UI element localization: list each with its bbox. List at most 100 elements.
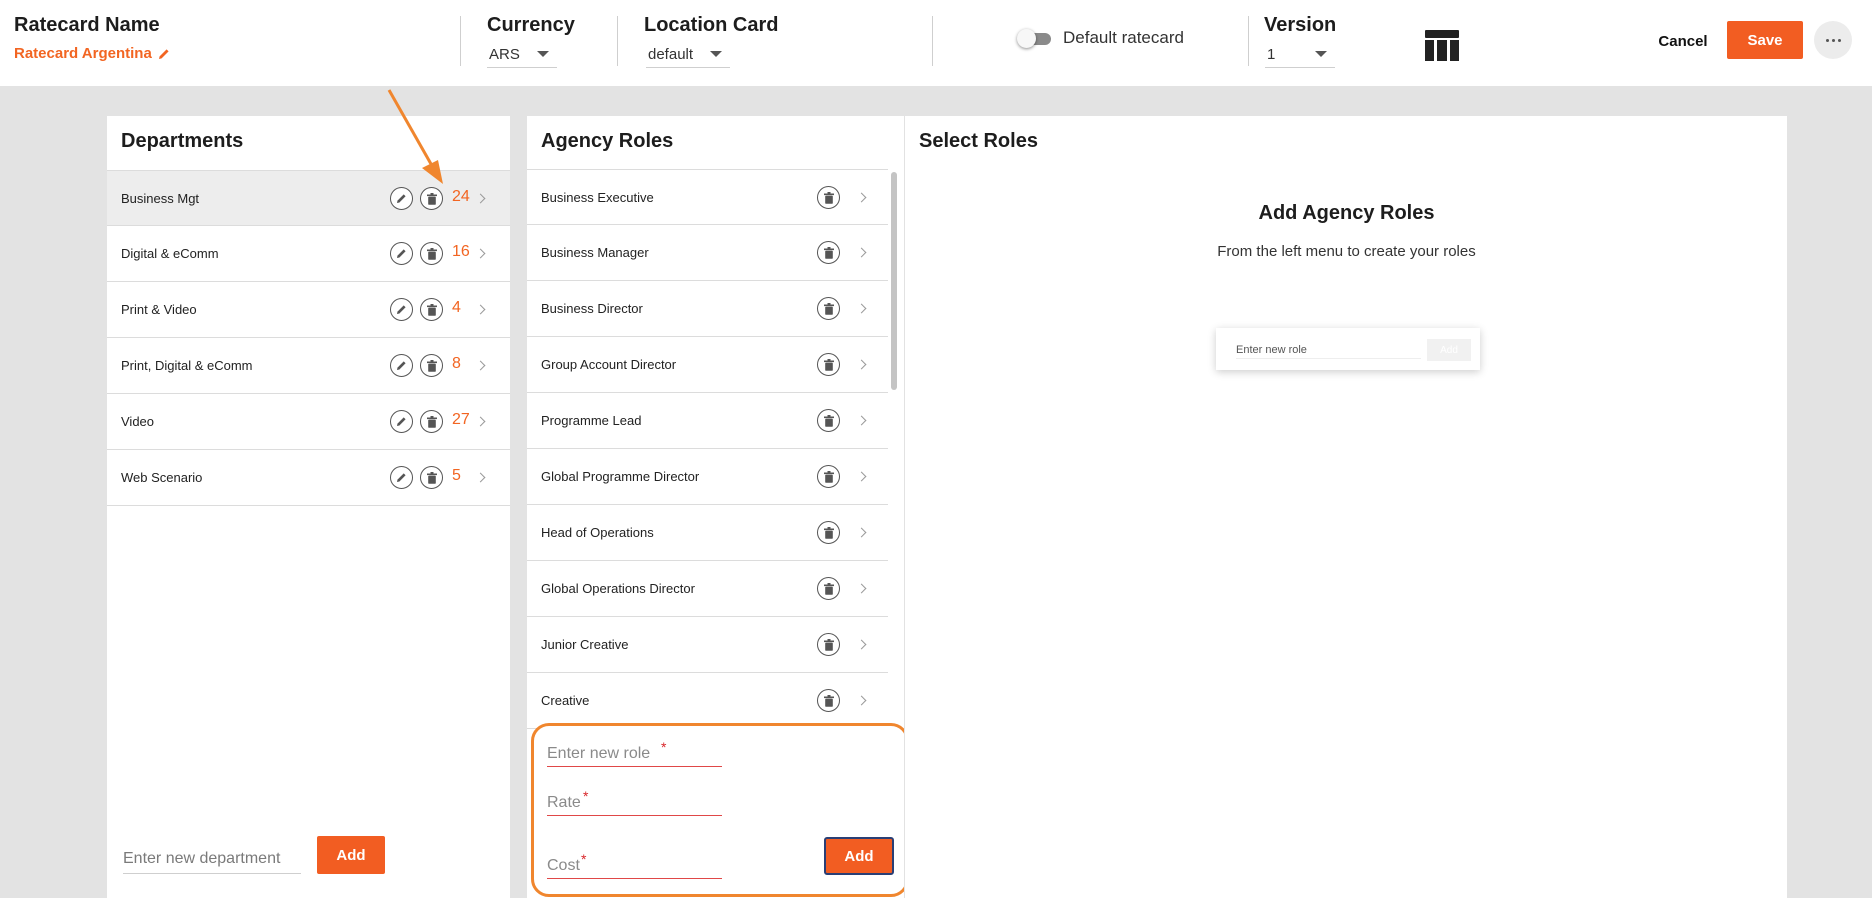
trash-icon[interactable] bbox=[817, 186, 840, 209]
chevron-right-icon[interactable] bbox=[856, 247, 867, 258]
trash-icon[interactable] bbox=[817, 689, 840, 712]
department-name: Print, Digital & eComm bbox=[121, 358, 253, 373]
chevron-right-icon[interactable] bbox=[856, 192, 867, 203]
required-asterisk: * bbox=[583, 788, 589, 804]
role-row[interactable]: Programme Lead bbox=[527, 393, 888, 449]
chevron-right-icon[interactable] bbox=[856, 583, 867, 594]
required-asterisk: * bbox=[661, 739, 667, 755]
currency-value: ARS bbox=[489, 46, 520, 63]
trash-icon[interactable] bbox=[817, 353, 840, 376]
toggle-knob bbox=[1017, 29, 1036, 48]
cost-input[interactable] bbox=[547, 853, 722, 879]
trash-icon[interactable] bbox=[817, 633, 840, 656]
department-row[interactable]: Print, Digital & eComm 8 bbox=[107, 338, 510, 394]
agency-roles-panel: Agency Roles Business Executive Business… bbox=[527, 116, 909, 898]
rate-input[interactable] bbox=[547, 790, 722, 816]
chevron-down-icon bbox=[1315, 51, 1327, 57]
role-row[interactable]: Business Manager bbox=[527, 225, 888, 281]
department-role-count: 8 bbox=[452, 355, 461, 372]
trash-icon[interactable] bbox=[817, 409, 840, 432]
trash-icon[interactable] bbox=[817, 521, 840, 544]
chevron-right-icon[interactable] bbox=[475, 248, 486, 259]
select-roles-title: Select Roles bbox=[919, 130, 1038, 152]
new-department-input[interactable] bbox=[123, 844, 301, 874]
empty-state-title: Add Agency Roles bbox=[1258, 202, 1435, 224]
edit-icon[interactable] bbox=[390, 410, 413, 433]
role-name: Global Operations Director bbox=[541, 581, 695, 596]
trash-icon[interactable] bbox=[420, 466, 443, 489]
department-name: Video bbox=[121, 414, 155, 429]
role-name: Group Account Director bbox=[541, 357, 677, 372]
chevron-right-icon[interactable] bbox=[856, 303, 867, 314]
role-row[interactable]: Head of Operations bbox=[527, 505, 888, 561]
required-asterisk: * bbox=[581, 851, 587, 867]
trash-icon[interactable] bbox=[420, 242, 443, 265]
chevron-right-icon[interactable] bbox=[475, 472, 486, 483]
role-row[interactable]: Group Account Director bbox=[527, 337, 888, 393]
trash-icon[interactable] bbox=[817, 465, 840, 488]
chevron-right-icon[interactable] bbox=[475, 304, 486, 315]
departments-list: Business Mgt 24 Digital & eComm 16 Print… bbox=[107, 170, 510, 506]
role-row[interactable]: Global Programme Director bbox=[527, 449, 888, 505]
department-role-count: 5 bbox=[452, 467, 461, 484]
pencil-icon[interactable] bbox=[158, 48, 170, 60]
role-row[interactable]: Junior Creative bbox=[527, 617, 888, 673]
department-row[interactable]: Digital & eComm 16 bbox=[107, 226, 510, 282]
edit-icon[interactable] bbox=[390, 354, 413, 377]
table-icon[interactable] bbox=[1425, 30, 1459, 61]
trash-icon[interactable] bbox=[817, 577, 840, 600]
header-divider bbox=[460, 16, 461, 66]
header-divider bbox=[932, 16, 933, 66]
department-row[interactable]: Web Scenario 5 bbox=[107, 450, 510, 506]
trash-icon[interactable] bbox=[817, 297, 840, 320]
department-role-count: 16 bbox=[452, 243, 470, 260]
top-bar: Ratecard Name Ratecard Argentina Currenc… bbox=[0, 0, 1872, 86]
chevron-right-icon[interactable] bbox=[856, 415, 867, 426]
chevron-right-icon[interactable] bbox=[856, 695, 867, 706]
header-divider bbox=[1248, 16, 1249, 66]
role-row[interactable]: Global Operations Director bbox=[527, 561, 888, 617]
role-name: Global Programme Director bbox=[541, 469, 700, 484]
department-row[interactable]: Video 27 bbox=[107, 394, 510, 450]
chevron-right-icon[interactable] bbox=[856, 471, 867, 482]
ratecard-name-label: Ratecard Name bbox=[14, 14, 160, 36]
chevron-right-icon[interactable] bbox=[475, 416, 486, 427]
add-role-button[interactable]: Add bbox=[824, 837, 894, 875]
version-label: Version bbox=[1264, 14, 1337, 36]
edit-icon[interactable] bbox=[390, 242, 413, 265]
role-row[interactable]: Business Director bbox=[527, 281, 888, 337]
edit-icon[interactable] bbox=[390, 466, 413, 489]
new-role-input[interactable] bbox=[547, 741, 722, 767]
cancel-button[interactable]: Cancel bbox=[1645, 26, 1721, 56]
add-department-button[interactable]: Add bbox=[317, 836, 385, 874]
ratecard-name-value[interactable]: Ratecard Argentina bbox=[14, 45, 170, 62]
chevron-right-icon[interactable] bbox=[475, 360, 486, 371]
trash-icon[interactable] bbox=[817, 241, 840, 264]
role-row[interactable]: Business Executive bbox=[527, 169, 888, 225]
add-role-hint-card: Add bbox=[1216, 328, 1480, 370]
currency-select[interactable]: ARS bbox=[487, 42, 557, 68]
trash-icon[interactable] bbox=[420, 410, 443, 433]
more-horizontal-icon bbox=[1837, 38, 1841, 42]
department-role-count: 4 bbox=[452, 299, 461, 316]
chevron-right-icon[interactable] bbox=[475, 193, 486, 204]
version-select[interactable]: 1 bbox=[1265, 42, 1335, 68]
trash-icon[interactable] bbox=[420, 298, 443, 321]
location-card-select[interactable]: default bbox=[646, 42, 730, 68]
agency-roles-list: Business Executive Business Manager Busi… bbox=[527, 169, 888, 729]
header-divider bbox=[617, 16, 618, 66]
department-row[interactable]: Print & Video 4 bbox=[107, 282, 510, 338]
edit-icon[interactable] bbox=[390, 298, 413, 321]
role-name: Head of Operations bbox=[541, 525, 654, 540]
chevron-right-icon[interactable] bbox=[856, 527, 867, 538]
default-ratecard-toggle[interactable] bbox=[1017, 29, 1053, 48]
roles-scrollbar[interactable] bbox=[891, 172, 897, 390]
default-ratecard-toggle-group: Default ratecard bbox=[1017, 28, 1184, 48]
save-button[interactable]: Save bbox=[1727, 21, 1803, 59]
chevron-right-icon[interactable] bbox=[856, 359, 867, 370]
trash-icon[interactable] bbox=[420, 354, 443, 377]
chevron-right-icon[interactable] bbox=[856, 639, 867, 650]
more-options-button[interactable] bbox=[1814, 21, 1852, 59]
role-name: Creative bbox=[541, 693, 590, 708]
role-row[interactable]: Creative bbox=[527, 673, 888, 729]
